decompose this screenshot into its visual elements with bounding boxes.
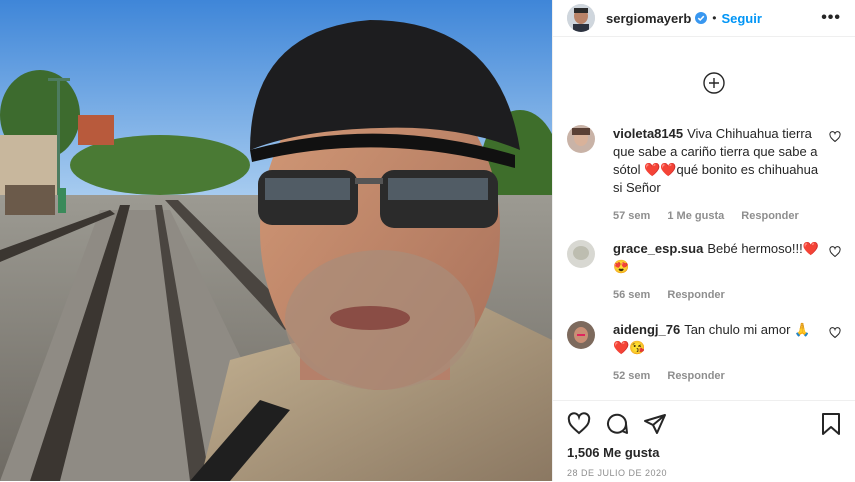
reply-button[interactable]: Responder: [741, 210, 798, 222]
comments-panel: sergiomayerb • Seguir ••• violeta8145 Viv…: [552, 0, 855, 481]
comment-meta: 52 sem Responder: [613, 367, 819, 385]
separator-dot: •: [712, 11, 717, 25]
verified-icon: [695, 12, 708, 24]
post-actions: 1,506 Me gusta 28 de julio de 2020: [553, 400, 855, 482]
commenter-avatar[interactable]: [567, 321, 595, 349]
action-icons-row: [553, 401, 855, 439]
post-date[interactable]: 28 de julio de 2020: [553, 460, 855, 478]
reply-button[interactable]: Responder: [667, 289, 724, 301]
comment-time[interactable]: 52 sem: [613, 370, 650, 382]
comment-like-heart-icon[interactable]: [829, 246, 841, 258]
comment-meta: 56 sem Responder: [613, 286, 819, 304]
reply-button[interactable]: Responder: [667, 370, 724, 382]
comment-item: grace_esp.sua Bebé hermoso!!!❤️😍 56 sem R…: [567, 240, 847, 304]
comment-username[interactable]: aidengj_76: [613, 322, 680, 337]
comment-item: violeta8145 Viva Chihuahua tierra que sab…: [567, 125, 847, 225]
share-icon[interactable]: [643, 412, 667, 436]
more-options-icon[interactable]: •••: [821, 9, 841, 27]
comment-username[interactable]: violeta8145: [613, 126, 683, 141]
comment-item: aidengj_76 Tan chulo mi amor 🙏❤️😘 52 sem …: [567, 321, 847, 385]
commenter-avatar[interactable]: [567, 240, 595, 268]
author-avatar[interactable]: [567, 4, 595, 32]
add-comment-icon[interactable]: [703, 72, 725, 94]
save-icon[interactable]: [820, 412, 842, 436]
post-photo[interactable]: [0, 0, 552, 481]
comment-likes[interactable]: 1 Me gusta: [667, 210, 724, 222]
comment-username[interactable]: grace_esp.sua: [613, 241, 703, 256]
comment-like-heart-icon[interactable]: [829, 327, 841, 339]
likes-count[interactable]: 1,506 Me gusta: [553, 439, 855, 460]
follow-button[interactable]: Seguir: [721, 11, 761, 26]
comment-time[interactable]: 57 sem: [613, 210, 650, 222]
author-username[interactable]: sergiomayerb: [606, 11, 691, 26]
heart-icon[interactable]: [567, 412, 591, 436]
comment-meta: 57 sem 1 Me gusta Responder: [613, 207, 819, 225]
comment-like-heart-icon[interactable]: [829, 131, 841, 143]
comment-icon[interactable]: [605, 412, 629, 436]
commenter-avatar[interactable]: [567, 125, 595, 153]
comment-time[interactable]: 56 sem: [613, 289, 650, 301]
post-header: sergiomayerb • Seguir •••: [553, 0, 855, 37]
